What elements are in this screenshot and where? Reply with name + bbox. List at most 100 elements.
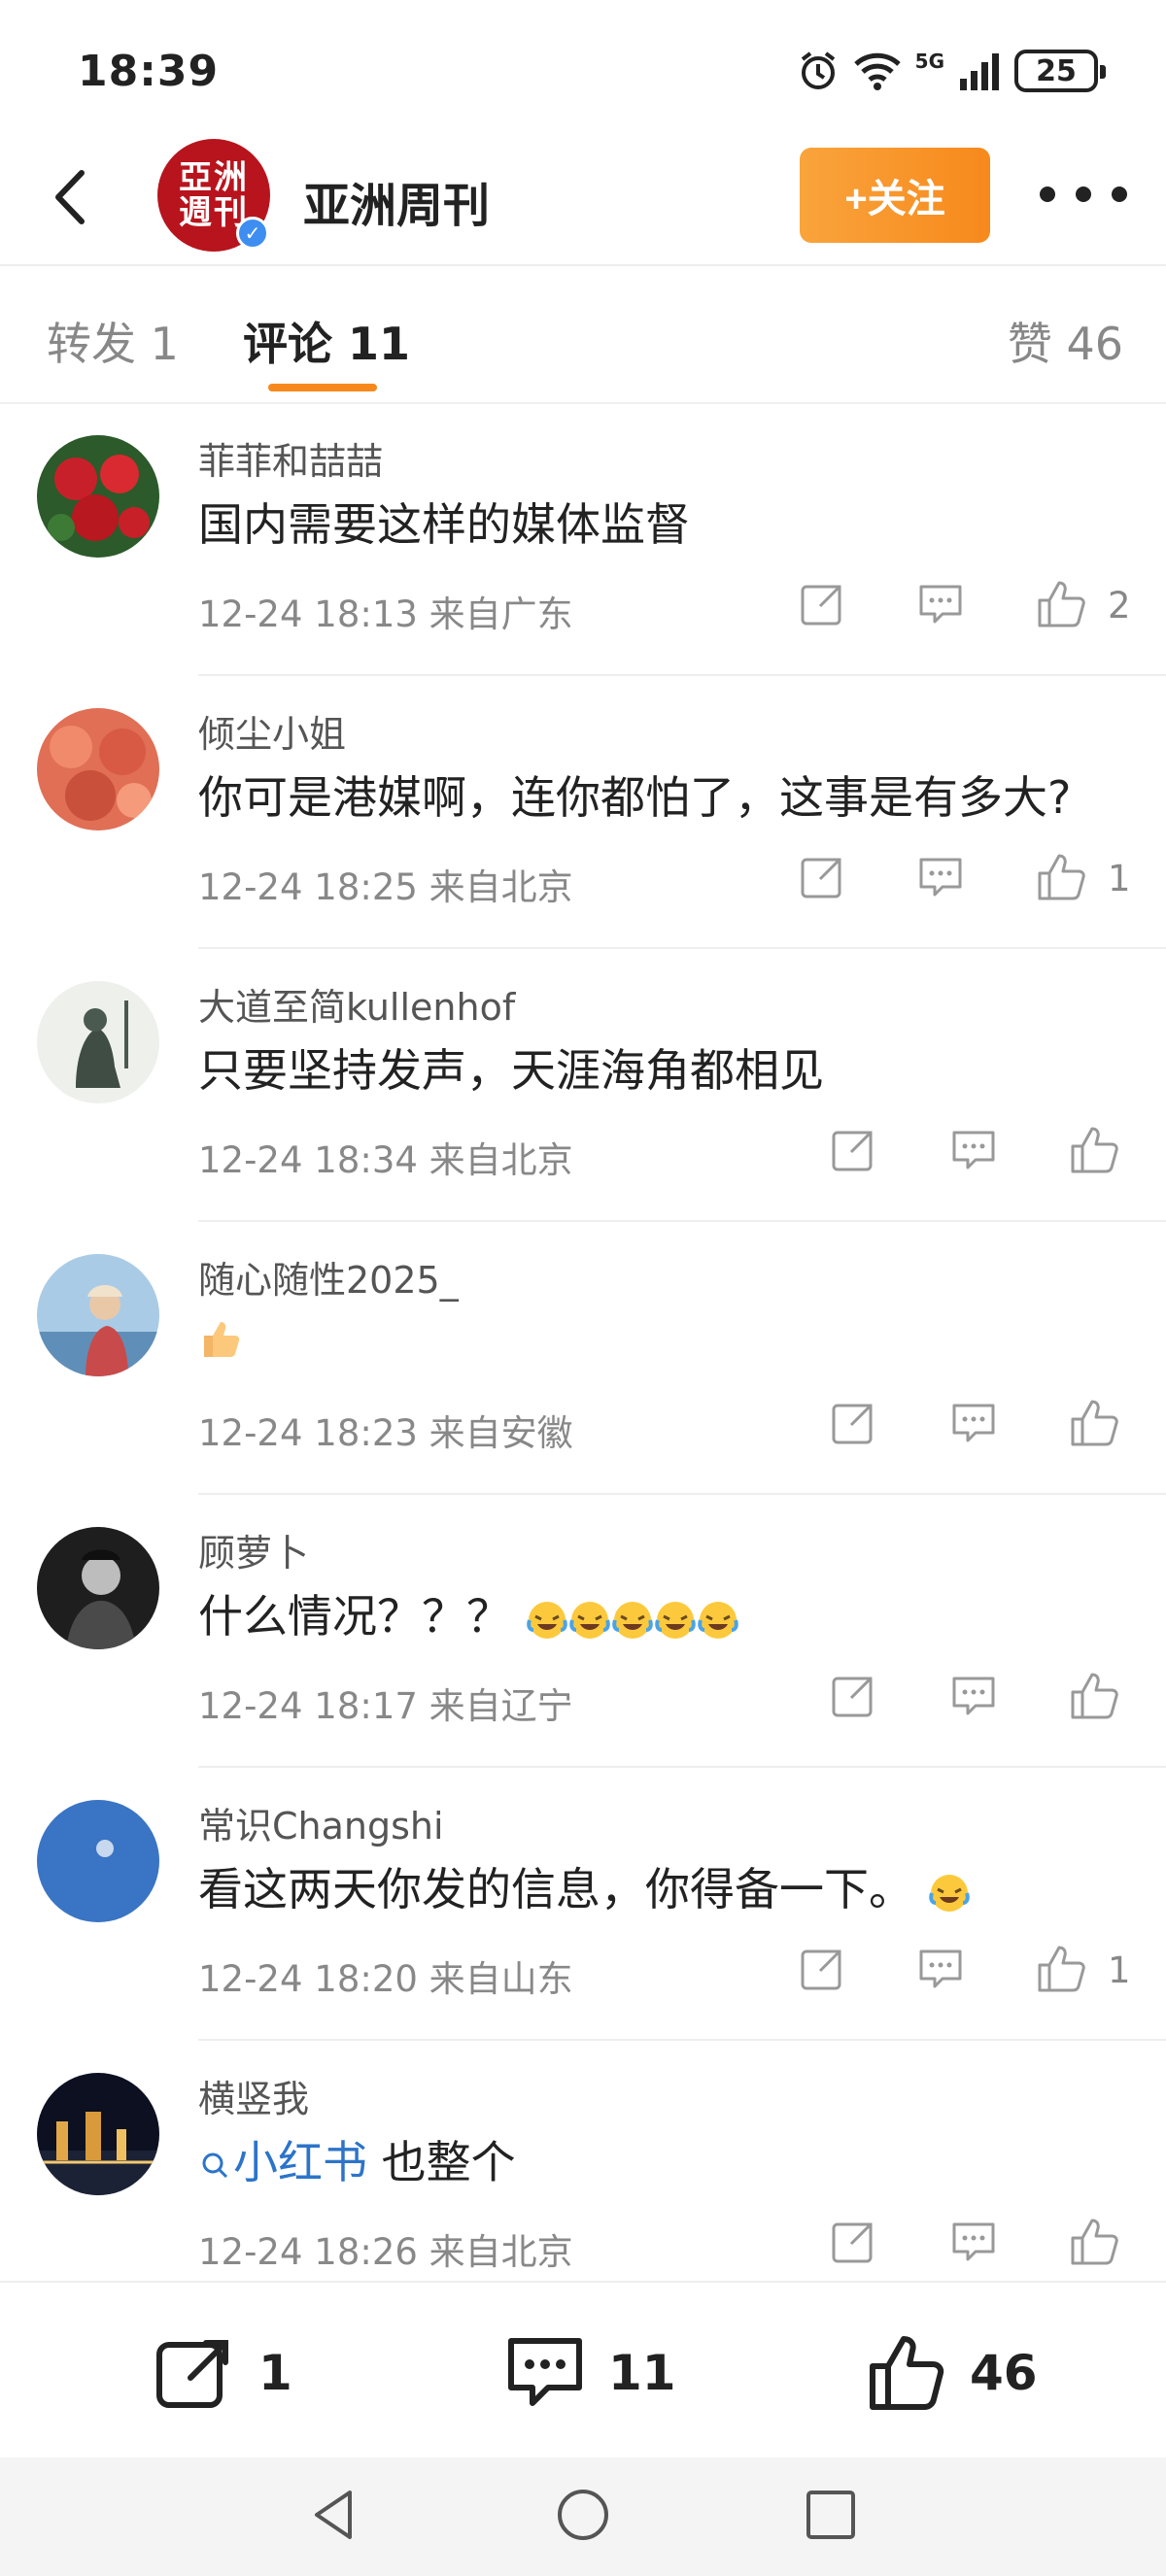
comment-count: 11 xyxy=(608,2345,676,2401)
battery-level: 25 xyxy=(1036,53,1077,88)
divider xyxy=(198,674,1166,676)
comment-text: 什么情况？？？ xyxy=(198,1590,511,1643)
comment-username[interactable]: 大道至简kullenhof xyxy=(198,977,515,1031)
comment-username[interactable]: 横竖我 xyxy=(198,2069,309,2122)
comment-text: 只要坚持发声，天涯海角都相见 xyxy=(198,1044,824,1097)
wifi-icon xyxy=(853,52,901,90)
network-type: 5G xyxy=(914,50,944,73)
comment-button[interactable]: 11 xyxy=(503,2331,676,2415)
like-icon[interactable] xyxy=(1034,850,1088,904)
reply-icon[interactable] xyxy=(913,577,968,631)
divider xyxy=(198,1493,1166,1495)
like-count: 46 xyxy=(970,2345,1038,2401)
thumbs-up-emoji-icon xyxy=(204,1321,240,1357)
like-count: 1 xyxy=(1108,1949,1131,1991)
status-bar: 18:39 5G 25 xyxy=(0,0,1166,146)
comment-item: 随心随性2025_ 12-24 18:23 来自安徽 xyxy=(0,1223,1166,1495)
divider xyxy=(198,2039,1166,2041)
share-icon[interactable] xyxy=(795,850,849,904)
divider xyxy=(198,947,1166,949)
signal-icon xyxy=(960,53,999,90)
tab-repost[interactable]: 转发 1 xyxy=(47,309,179,373)
comment-username[interactable]: 常识Changshi xyxy=(198,1796,444,1849)
bottom-action-bar: 1 11 46 xyxy=(0,2283,1166,2457)
crying-laughing-emoji-icon xyxy=(697,1601,738,1639)
reply-icon[interactable] xyxy=(946,2215,1001,2269)
tab-comments[interactable]: 评论 11 xyxy=(243,309,410,373)
crying-laughing-emoji-icon xyxy=(928,1874,970,1912)
avatar[interactable] xyxy=(37,981,159,1103)
reply-icon[interactable] xyxy=(946,1669,1001,1723)
nav-home-icon[interactable] xyxy=(549,2481,617,2549)
reply-icon[interactable] xyxy=(946,1396,1001,1450)
avatar-logo-line1: 亞洲 xyxy=(179,158,249,197)
crying-laughing-emoji-icon xyxy=(611,1601,653,1639)
like-icon[interactable] xyxy=(1067,1396,1121,1450)
comment-item: 倾尘小姐 你可是港媒啊，连你都怕了，这事是有多大? 12-24 18:25 来自… xyxy=(0,677,1166,949)
back-icon[interactable] xyxy=(39,163,107,231)
comment-text-row: 什么情况？？？ xyxy=(198,1581,739,1645)
avatar[interactable] xyxy=(37,435,159,558)
nav-recents-icon[interactable] xyxy=(797,2481,865,2549)
topic-link-label: 小红书 xyxy=(233,2136,367,2188)
comment-meta: 12-24 18:17 来自辽宁 xyxy=(198,1685,573,1727)
topic-link[interactable]: 小红书 xyxy=(198,2136,367,2188)
status-icons: 5G 25 xyxy=(797,47,1106,95)
avatar[interactable] xyxy=(37,708,159,830)
comment-item: 菲菲和喆喆 国内需要这样的媒体监督 12-24 18:13 来自广东 2 xyxy=(0,404,1166,676)
tab-likes[interactable]: 赞 46 xyxy=(1008,309,1123,373)
like-icon xyxy=(870,2336,944,2410)
crying-laughing-emoji-icon xyxy=(654,1601,696,1639)
avatar[interactable] xyxy=(37,1254,159,1376)
active-tab-indicator xyxy=(268,384,377,391)
comment-username[interactable]: 倾尘小姐 xyxy=(198,704,346,758)
comment-username[interactable]: 顾萝卜 xyxy=(198,1523,309,1576)
comment-meta: 12-24 18:20 来自山东 xyxy=(198,1958,573,2000)
like-icon[interactable] xyxy=(1067,1123,1121,1177)
comment-username[interactable]: 菲菲和喆喆 xyxy=(198,431,383,485)
nav-back-icon[interactable] xyxy=(301,2481,369,2549)
comment-text: 国内需要这样的媒体监督 xyxy=(198,498,690,551)
comment-text: 看这两天你发的信息，你得备一下。 xyxy=(198,1863,913,1915)
comment-text: 你可是港媒啊，连你都怕了，这事是有多大? xyxy=(198,771,1072,824)
verified-badge-icon: ✓ xyxy=(236,217,269,250)
share-icon[interactable] xyxy=(795,577,849,631)
comment-meta: 12-24 18:23 来自安徽 xyxy=(198,1412,573,1454)
share-icon[interactable] xyxy=(795,1942,849,1996)
comment-meta: 12-24 18:25 来自北京 xyxy=(198,866,573,908)
like-icon[interactable] xyxy=(1067,2215,1121,2269)
reply-icon[interactable] xyxy=(946,1123,1001,1177)
comment-meta: 12-24 18:34 来自北京 xyxy=(198,1139,573,1181)
share-icon[interactable] xyxy=(826,1396,880,1450)
share-icon[interactable] xyxy=(826,2215,880,2269)
battery-indicator: 25 xyxy=(1014,50,1106,92)
alarm-icon xyxy=(801,51,835,89)
share-icon[interactable] xyxy=(826,1669,880,1723)
comment-text: 也整个 xyxy=(367,2136,516,2188)
comment-icon xyxy=(508,2338,582,2406)
share-icon[interactable] xyxy=(826,1123,880,1177)
status-time: 18:39 xyxy=(78,47,220,96)
comment-item: 常识Changshi 看这两天你发的信息，你得备一下。 12-24 18:20 … xyxy=(0,1769,1166,2041)
account-name[interactable]: 亚洲周刊 xyxy=(303,167,490,235)
like-count: 1 xyxy=(1108,858,1131,899)
like-count: 2 xyxy=(1108,585,1131,627)
like-icon[interactable] xyxy=(1034,577,1088,631)
like-button[interactable]: 46 xyxy=(865,2331,1038,2415)
like-icon[interactable] xyxy=(1034,1942,1088,1996)
system-nav-bar xyxy=(0,2457,1166,2576)
repost-button[interactable]: 1 xyxy=(154,2331,292,2415)
comment-username[interactable]: 随心随性2025_ xyxy=(198,1250,459,1304)
divider xyxy=(198,1766,1166,1768)
reply-icon[interactable] xyxy=(913,1942,968,1996)
more-options-icon[interactable] xyxy=(1040,175,1127,214)
comment-item: 顾萝卜 什么情况？？？ 12-24 18:17 来自辽宁 xyxy=(0,1496,1166,1768)
like-icon[interactable] xyxy=(1067,1669,1121,1723)
comment-meta: 12-24 18:26 来自北京 xyxy=(198,2231,573,2273)
reply-icon[interactable] xyxy=(913,850,968,904)
follow-button[interactable]: +关注 xyxy=(800,148,990,243)
header-divider xyxy=(0,264,1166,266)
avatar[interactable] xyxy=(37,1800,159,1922)
avatar[interactable] xyxy=(37,2073,159,2195)
avatar[interactable] xyxy=(37,1527,159,1649)
